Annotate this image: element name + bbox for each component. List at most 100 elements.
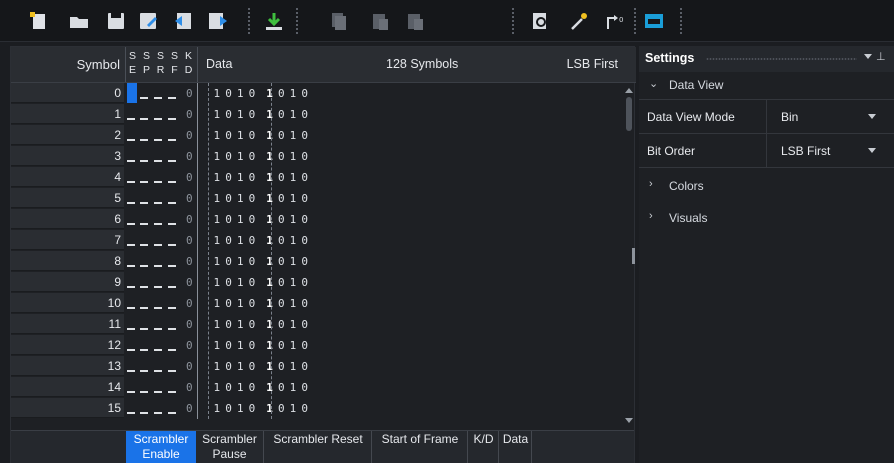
flag-cell[interactable] <box>127 328 135 330</box>
new-file-icon[interactable] <box>27 9 51 33</box>
data-view-mode-select[interactable]: Bin <box>766 100 894 133</box>
paste-special-icon[interactable] <box>403 9 427 33</box>
table-row[interactable]: 4010101010 <box>11 167 619 188</box>
table-row[interactable]: 13 0 1 0 1 0 1 0 1 0 <box>11 356 619 377</box>
flag-cell[interactable] <box>140 97 148 99</box>
legend-scrambler-enable[interactable]: Scrambler Enable <box>126 431 196 463</box>
flag-cell[interactable] <box>140 244 148 246</box>
table-row[interactable]: 7010101010 <box>11 230 619 251</box>
data-bits[interactable]: 10101010 <box>211 377 311 398</box>
scroll-down-icon[interactable] <box>625 418 633 423</box>
flag-cell[interactable] <box>127 370 135 372</box>
table-row[interactable]: 5010101010 <box>11 188 619 209</box>
flag-cell[interactable] <box>140 202 148 204</box>
flag-cell[interactable] <box>168 265 176 267</box>
flag-cell[interactable] <box>168 202 176 204</box>
shift-icon[interactable]: 0 <box>603 9 627 33</box>
export-icon[interactable] <box>206 9 230 33</box>
table-row[interactable]: 14 0 1 0 1 0 1 0 1 0 <box>11 377 619 398</box>
data-bits[interactable]: 10101010 <box>211 272 311 293</box>
flag-cell[interactable] <box>168 328 176 330</box>
import-icon[interactable] <box>172 9 196 33</box>
data-bits[interactable]: 10101010 <box>211 167 311 188</box>
table-row[interactable]: 15 0 1 0 1 0 1 0 1 0 <box>11 398 619 419</box>
copy-icon[interactable] <box>326 9 350 33</box>
flag-cell[interactable] <box>140 307 148 309</box>
flag-cell[interactable] <box>140 349 148 351</box>
flag-cell[interactable] <box>140 139 148 141</box>
sp-column-header[interactable]: SP <box>141 49 152 81</box>
flag-cell[interactable] <box>154 244 162 246</box>
kd-value[interactable]: 0 <box>186 230 193 251</box>
data-bits[interactable]: 10101010 <box>211 356 311 377</box>
flag-cell[interactable] <box>168 118 176 120</box>
paste-icon[interactable] <box>368 9 392 33</box>
flag-cell[interactable] <box>127 83 137 103</box>
kd-value[interactable]: 0 <box>186 314 193 335</box>
flag-cell[interactable] <box>127 286 135 288</box>
data-bits[interactable]: 10101010 <box>211 230 311 251</box>
kd-value[interactable]: 0 <box>186 83 193 104</box>
data-bits[interactable]: 10101010 <box>211 83 311 104</box>
flag-cell[interactable] <box>127 139 135 141</box>
legend-start-of-frame[interactable]: Start of Frame <box>373 431 468 463</box>
flag-cell[interactable] <box>127 265 135 267</box>
section-data-view[interactable]: ⌄ Data View <box>639 72 894 98</box>
flag-cell[interactable] <box>140 160 148 162</box>
flag-cell[interactable] <box>154 160 162 162</box>
find-icon[interactable] <box>528 9 552 33</box>
drag-handle[interactable] <box>706 58 857 60</box>
kd-value[interactable]: 0 <box>186 272 193 293</box>
flag-cell[interactable] <box>127 307 135 309</box>
flag-cell[interactable] <box>168 223 176 225</box>
panel-splitter[interactable] <box>632 248 635 264</box>
data-column-header[interactable]: Data <box>206 47 232 82</box>
flag-cell[interactable] <box>154 202 162 204</box>
flag-cell[interactable] <box>127 223 135 225</box>
flag-cell[interactable] <box>168 349 176 351</box>
table-row[interactable]: 8010101010 <box>11 251 619 272</box>
data-bits[interactable]: 10101010 <box>211 125 311 146</box>
data-bits[interactable]: 10101010 <box>211 209 311 230</box>
legend-scrambler-reset[interactable]: Scrambler Reset <box>265 431 372 463</box>
flag-cell[interactable] <box>154 265 162 267</box>
kd-value[interactable]: 0 <box>186 146 193 167</box>
flag-cell[interactable] <box>168 391 176 393</box>
data-bits[interactable]: 10101010 <box>211 314 311 335</box>
download-icon[interactable] <box>262 9 286 33</box>
se-column-header[interactable]: SE <box>127 49 138 81</box>
kd-value[interactable]: 0 <box>186 167 193 188</box>
flag-cell[interactable] <box>168 181 176 183</box>
section-colors[interactable]: › Colors <box>639 173 894 199</box>
scroll-up-icon[interactable] <box>625 88 633 93</box>
flag-cell[interactable] <box>168 160 176 162</box>
flag-cell[interactable] <box>168 286 176 288</box>
flag-cell[interactable] <box>127 349 135 351</box>
flag-cell[interactable] <box>140 286 148 288</box>
flag-cell[interactable] <box>168 139 176 141</box>
flag-cell[interactable] <box>140 223 148 225</box>
flag-cell[interactable] <box>154 223 162 225</box>
kd-value[interactable]: 0 <box>186 398 193 419</box>
flag-cell[interactable] <box>154 370 162 372</box>
save-as-icon[interactable] <box>136 9 160 33</box>
flag-cell[interactable] <box>140 181 148 183</box>
table-row[interactable]: 12 0 1 0 1 0 1 0 1 0 <box>11 335 619 356</box>
flag-cell[interactable] <box>140 412 148 414</box>
flag-cell[interactable] <box>127 118 135 120</box>
pin-icon[interactable]: ⊥ <box>876 50 886 63</box>
data-bits[interactable]: 10101010 <box>211 398 311 419</box>
kd-value[interactable]: 0 <box>186 356 193 377</box>
table-row[interactable]: 6010101010 <box>11 209 619 230</box>
flag-cell[interactable] <box>168 244 176 246</box>
sr-column-header[interactable]: SR <box>155 49 166 81</box>
flag-cell[interactable] <box>154 307 162 309</box>
data-bits[interactable]: 10101010 <box>211 146 311 167</box>
kd-value[interactable]: 0 <box>186 335 193 356</box>
flag-cell[interactable] <box>154 391 162 393</box>
flag-cell[interactable] <box>154 286 162 288</box>
flag-cell[interactable] <box>154 97 162 99</box>
flag-cell[interactable] <box>168 370 176 372</box>
magic-icon[interactable] <box>567 9 591 33</box>
flag-cell[interactable] <box>140 370 148 372</box>
